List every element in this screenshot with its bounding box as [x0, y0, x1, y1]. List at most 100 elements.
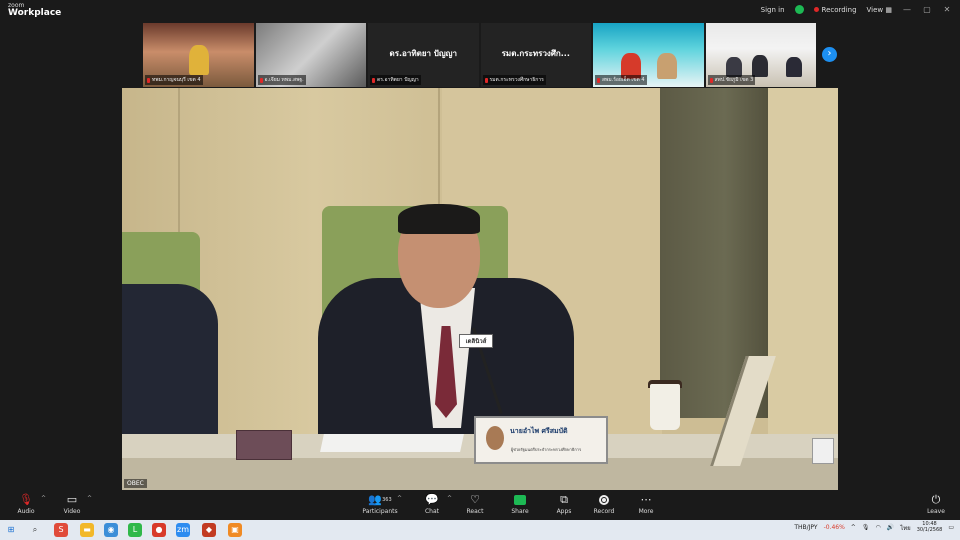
language-indicator[interactable]: ไทย: [900, 523, 911, 533]
video-label: Video: [63, 508, 81, 515]
mic-muted-icon: [484, 77, 488, 83]
zoom-icon[interactable]: zm: [176, 523, 190, 537]
mic-muted-icon: [372, 77, 375, 83]
clock-date: 30/1/2568: [916, 526, 943, 533]
wifi-icon[interactable]: ◠: [875, 524, 880, 531]
minimize-icon[interactable]: —: [902, 5, 912, 14]
search-icon[interactable]: ⌕: [28, 523, 42, 537]
chevron-up-icon[interactable]: ^: [87, 495, 92, 502]
video-button[interactable]: ▭ Video ^: [52, 493, 92, 519]
sign-in-link[interactable]: Sign in: [761, 6, 785, 14]
audio-label: Audio: [17, 508, 35, 515]
folder-icon[interactable]: ▬: [80, 523, 94, 537]
app-icon-orange[interactable]: ▣: [228, 523, 242, 537]
more-icon: ⋯: [640, 493, 652, 506]
participant-tile[interactable]: สพป.ชัยภูมิ เขต 3: [705, 23, 816, 87]
app-icon-red[interactable]: ●: [152, 523, 166, 537]
start-icon[interactable]: ⊞: [4, 523, 18, 537]
wall-outlet: [812, 438, 834, 464]
app-icon-dark-red[interactable]: ◆: [202, 523, 216, 537]
person-left: [122, 284, 218, 444]
share-button[interactable]: Share: [500, 493, 540, 519]
participant-figure: [785, 57, 802, 77]
more-button[interactable]: ⋯ More: [626, 493, 666, 519]
recording-label: Recording: [821, 5, 857, 14]
participant-figure: [751, 55, 768, 77]
maximize-icon[interactable]: ▢: [922, 5, 932, 14]
ticker-label[interactable]: THB/JPY: [794, 524, 817, 531]
participants-label: Participants: [362, 508, 398, 515]
participant-figure: [657, 53, 677, 79]
zoom-window: zoom Workplace Sign in Recording View ▦ …: [0, 0, 960, 540]
participant-display-name: ดร.อาทิตยา ปัญญา: [389, 49, 457, 58]
chevron-up-icon[interactable]: ^: [851, 524, 856, 531]
shield-icon[interactable]: [794, 5, 804, 14]
clock[interactable]: 10:48 30/1/2568: [916, 521, 943, 533]
volume-icon[interactable]: 🔊: [887, 524, 894, 531]
apps-label: Apps: [556, 508, 572, 515]
nameplate-name: นายอำไพ ศรีสมบัติ: [510, 427, 568, 435]
chrome-icon[interactable]: ◉: [104, 523, 118, 537]
participant-tile[interactable]: ดร.อาทิตยา ปัญญา ดร.อาทิตยา ปัญญา: [368, 23, 479, 87]
chevron-up-icon[interactable]: ^: [447, 495, 452, 502]
title-bar: zoom Workplace Sign in Recording View ▦ …: [0, 0, 960, 22]
participant-name: สพม.ร้อยเอ็ด เขต 4: [595, 75, 647, 85]
participant-tile[interactable]: อ.เจียม ทพม.สพฐ.: [255, 23, 366, 87]
participants-count: 363: [382, 497, 392, 503]
microphone-tag: เดลินิวส์: [459, 334, 493, 348]
titlebar-right: Sign in Recording View ▦ — ▢ ✕: [761, 5, 952, 14]
active-speaker-video: เดลินิวส์ นายอำไพ ศรีสมบัติ ผู้ช่วยรัฐมน…: [122, 88, 838, 490]
leave-icon: ⏻: [931, 493, 941, 506]
notification-icon[interactable]: ▭: [948, 524, 954, 531]
mic-muted-icon: [597, 77, 600, 83]
app-icon-s[interactable]: S: [54, 523, 68, 537]
participant-tile[interactable]: รมต.กระทรวงศึก... รมต.กระทรวงศึกษาธิการ: [480, 23, 591, 87]
video-watermark: OBEC: [124, 479, 147, 488]
participant-tile[interactable]: สพม.ร้อยเอ็ด เขต 4: [593, 23, 704, 87]
recording-indicator[interactable]: Recording: [813, 5, 857, 14]
chat-button[interactable]: 💬 Chat ^: [412, 493, 452, 519]
line-icon[interactable]: L: [128, 523, 142, 537]
zoom-logo: zoom Workplace: [8, 3, 61, 18]
microphone-icon[interactable]: 🎙: [862, 524, 870, 531]
nameplate-title: ผู้ช่วยรัฐมนตรีประจำกระทรวงศึกษาธิการ: [510, 447, 582, 452]
view-label: View: [866, 5, 884, 14]
participant-tile[interactable]: ทพม.กาญจนบุรี เขต 4: [143, 23, 254, 87]
chat-label: Chat: [424, 508, 440, 515]
system-tray: THB/JPY -0.46% ^ 🎙 ◠ 🔊 ไทย 10:48 30/1/25…: [794, 521, 954, 533]
react-label: React: [466, 508, 484, 515]
chevron-up-icon[interactable]: ^: [41, 495, 46, 502]
participant-name: รมต.กระทรวงศึกษาธิการ: [482, 75, 546, 85]
close-icon[interactable]: ✕: [942, 5, 952, 14]
windows-taskbar: ⊞ ⌕ S ▬ ◉ L ● zm ◆ ▣ THB/JPY -0.46% ^ 🎙 …: [0, 520, 960, 540]
participant-figure: [725, 57, 742, 77]
speaker-hair: [398, 204, 480, 234]
audio-button[interactable]: 🎙 Audio ^: [6, 493, 46, 519]
apps-button[interactable]: ⧉ Apps: [544, 493, 584, 519]
logo-line2: Workplace: [8, 8, 62, 18]
leave-button[interactable]: ⏻ Leave: [916, 493, 956, 519]
record-icon: [584, 493, 624, 507]
chevron-up-icon[interactable]: ^: [397, 495, 402, 502]
mic-muted-icon: [147, 77, 150, 83]
participants-button[interactable]: 👥363 Participants ^: [358, 493, 402, 519]
next-page-arrow-icon[interactable]: ›: [822, 47, 837, 62]
wall-panel-right: [768, 88, 838, 490]
participant-name: ทพม.กาญจนบุรี เขต 4: [145, 75, 203, 85]
view-button[interactable]: View ▦: [867, 6, 892, 14]
coffee-cup: [650, 384, 680, 430]
heart-icon: ♡: [470, 493, 480, 506]
record-label: Record: [593, 508, 615, 515]
record-button[interactable]: Record: [584, 493, 624, 519]
tissue-box: [236, 430, 292, 460]
ticker-change: -0.46%: [823, 524, 845, 531]
share-icon: [500, 493, 540, 507]
mic-muted-icon: [709, 77, 713, 83]
participants-icon: 👥363: [368, 493, 392, 506]
participant-strip: ทพม.กาญจนบุรี เขต 4 อ.เจียม ทพม.สพฐ. ดร.…: [143, 23, 816, 87]
participant-name: ดร.อาทิตยา ปัญญา: [370, 75, 421, 85]
react-button[interactable]: ♡ React: [455, 493, 495, 519]
apps-icon: ⧉: [560, 493, 568, 506]
participant-name: สพป.ชัยภูมิ เขต 3: [707, 75, 756, 85]
participant-name: อ.เจียม ทพม.สพฐ.: [257, 75, 306, 85]
